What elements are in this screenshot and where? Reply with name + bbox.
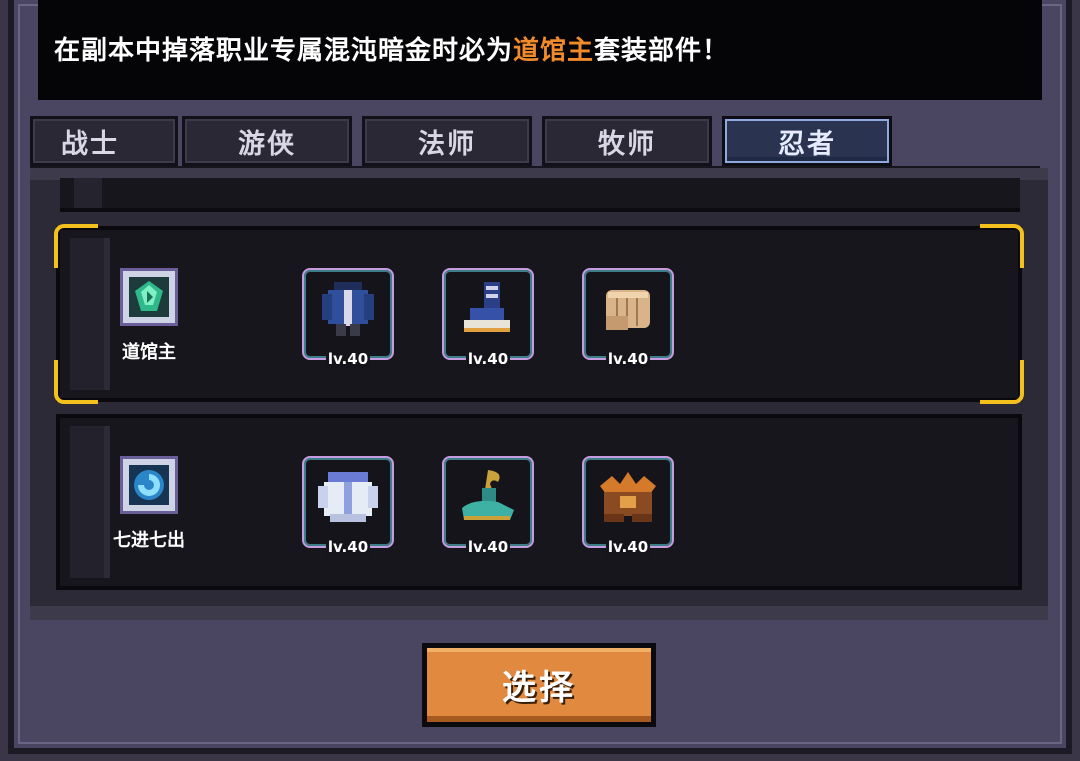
- notice-prefix: 在副本中掉落职业专属混沌暗金时必为: [54, 36, 514, 66]
- item-level: lv.40: [605, 350, 651, 368]
- white-armor-icon: [318, 472, 378, 522]
- tab-priest[interactable]: 牧师: [542, 116, 712, 166]
- fist-gauntlet-icon: [606, 290, 650, 330]
- set-item-slot[interactable]: lv.40: [582, 268, 674, 368]
- bronze-crown-icon: [600, 472, 656, 522]
- tab-ranger[interactable]: 游侠: [182, 116, 352, 166]
- row-strip: [70, 426, 110, 578]
- select-button-label: 选择: [427, 648, 651, 722]
- blue-boots-icon: [464, 282, 510, 332]
- item-level: lv.40: [465, 538, 511, 556]
- list-bottom-edge: [30, 606, 1048, 620]
- set-row-partial: [60, 178, 1020, 212]
- set-item-slot[interactable]: lv.40: [582, 456, 674, 556]
- tab-ninja[interactable]: 忍者: [722, 116, 892, 166]
- set-item-slot[interactable]: lv.40: [442, 268, 534, 368]
- set-item-slot[interactable]: lv.40: [442, 456, 534, 556]
- tab-mage[interactable]: 法师: [362, 116, 532, 166]
- set-list[interactable]: 道馆主 lv.40 lv.40 lv.40 七进七出 lv.40 lv.40 l…: [30, 168, 1048, 606]
- selection-corner: [980, 360, 1024, 404]
- item-level: lv.40: [325, 350, 371, 368]
- item-level: lv.40: [605, 538, 651, 556]
- set-item-slot[interactable]: lv.40: [302, 268, 394, 368]
- set-name: 七进七出: [113, 530, 185, 551]
- select-button[interactable]: 选择: [422, 643, 656, 727]
- teal-boots-icon: [462, 470, 514, 520]
- notice-text: 在副本中掉落职业专属混沌暗金时必为道馆主套装部件！: [54, 30, 729, 67]
- notice-highlight: 道馆主: [513, 36, 595, 66]
- selection-corner: [54, 224, 98, 268]
- notice-suffix: 套装部件！: [594, 36, 730, 66]
- set-name: 道馆主: [122, 342, 176, 363]
- class-tabs: 战士 游侠 法师 牧师 忍者: [30, 116, 1040, 170]
- tab-warrior[interactable]: 战士: [30, 116, 178, 166]
- blue-armor-icon: [322, 282, 374, 336]
- set-item-slot[interactable]: lv.40: [302, 456, 394, 556]
- item-level: lv.40: [325, 538, 371, 556]
- selection-corner: [54, 360, 98, 404]
- set-row-daoguanzhu[interactable]: 道馆主 lv.40 lv.40 lv.40: [54, 224, 1024, 404]
- blue-swirl-gem-icon: [120, 456, 178, 514]
- green-gem-icon: [120, 268, 178, 326]
- set-row-qijinqichu[interactable]: 七进七出 lv.40 lv.40 lv.40: [56, 414, 1022, 590]
- notice-banner: 在副本中掉落职业专属混沌暗金时必为道馆主套装部件！: [38, 0, 1042, 100]
- item-level: lv.40: [465, 350, 511, 368]
- selection-corner: [980, 224, 1024, 268]
